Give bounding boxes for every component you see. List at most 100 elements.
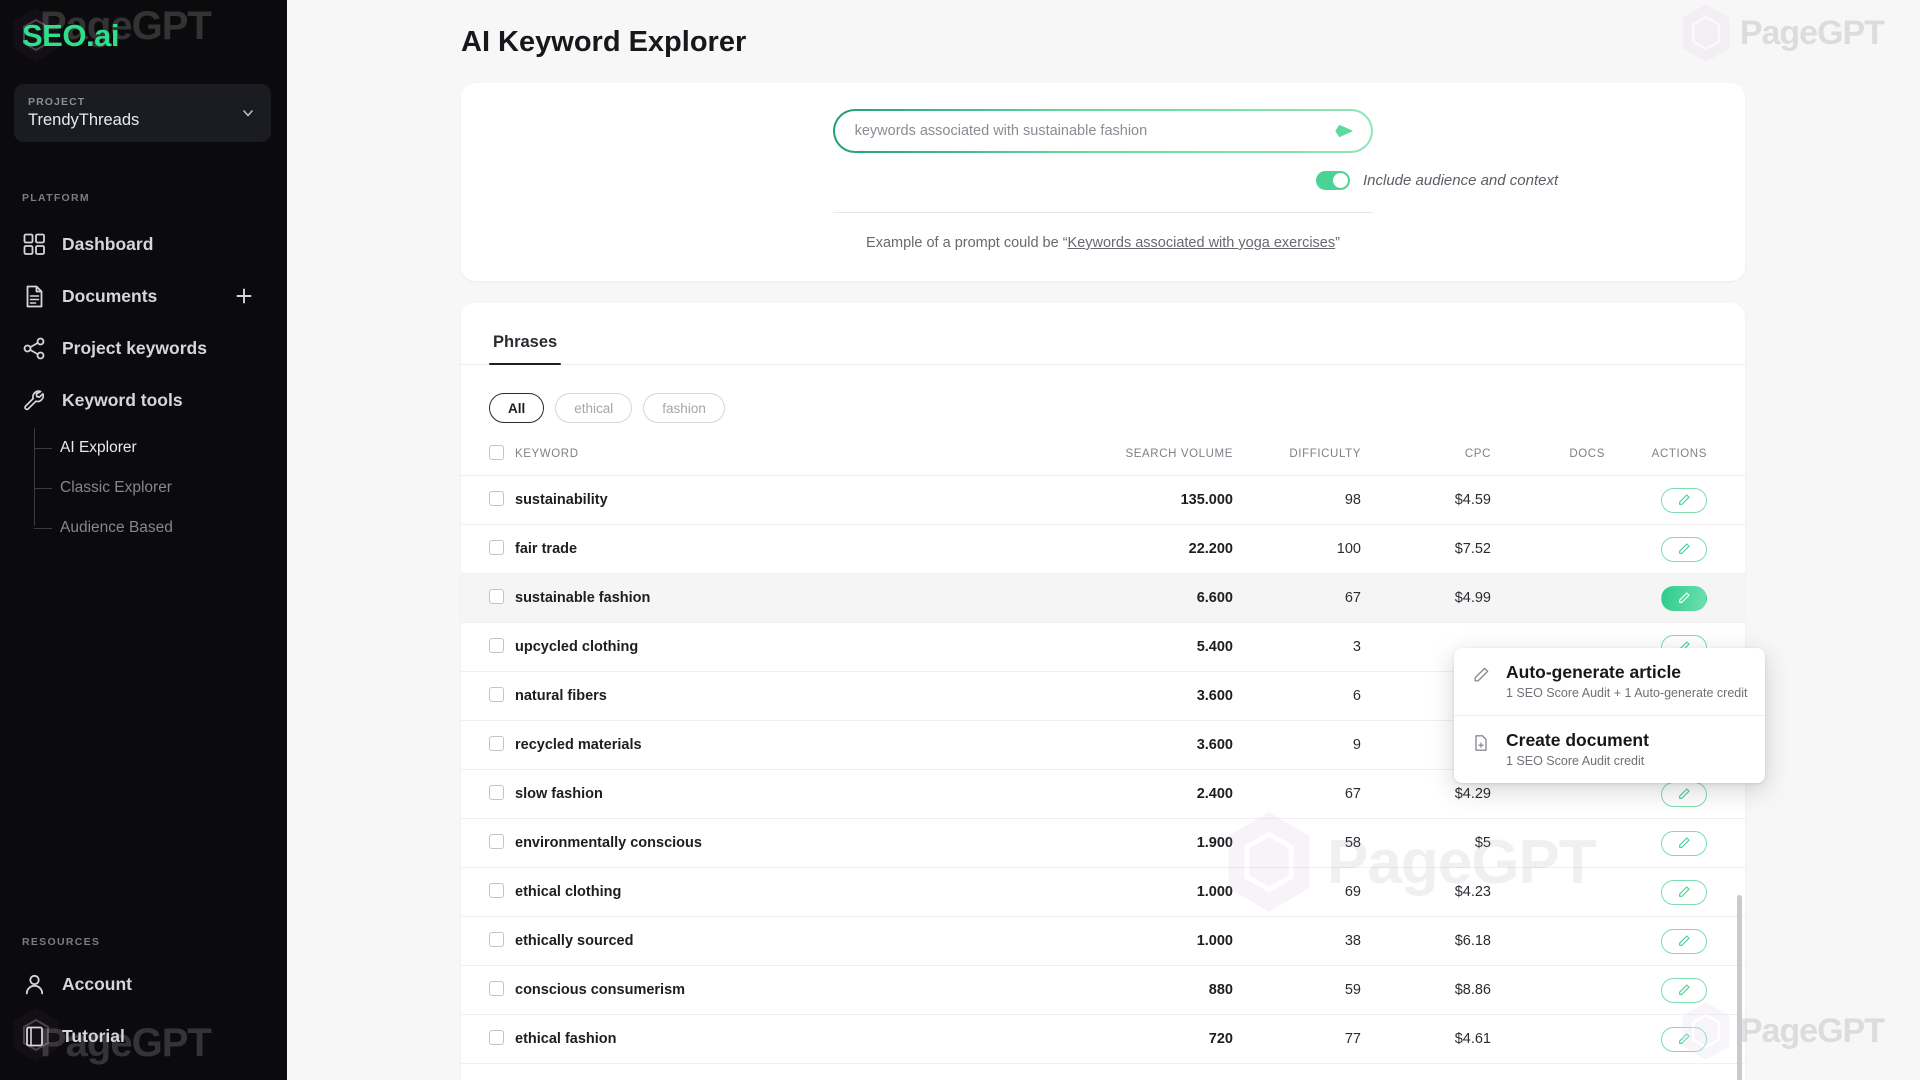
cell-difficulty: 67 <box>1255 573 1385 623</box>
row-action-button[interactable] <box>1661 928 1707 954</box>
row-checkbox[interactable] <box>489 931 504 947</box>
cell-keyword: fair trade <box>515 524 1095 574</box>
column-header-search-volume[interactable]: SEARCH VOLUME <box>1095 445 1255 476</box>
cell-keyword: ethical fashion <box>515 1014 1095 1064</box>
cell-search-volume: 135.000 <box>1095 475 1255 525</box>
plus-icon[interactable] <box>235 287 253 305</box>
menu-item-create-document[interactable]: Create document 1 SEO Score Audit credit <box>1454 715 1765 783</box>
table-row[interactable]: ethically sourced 1.000 38 $6.18 <box>461 916 1745 966</box>
example-prompt-row: Example of a prompt could be “Keywords a… <box>461 235 1745 251</box>
cell-search-volume: 880 <box>1095 965 1255 1015</box>
row-action-button[interactable] <box>1661 585 1707 611</box>
cell-search-volume: 720 <box>1095 1014 1255 1064</box>
sidebar-item-project-keywords[interactable]: Project keywords <box>0 322 287 374</box>
row-checkbox-cell <box>461 475 515 525</box>
send-icon[interactable] <box>1333 120 1355 142</box>
platform-section-label: PLATFORM <box>22 192 90 204</box>
tab-phrases[interactable]: Phrases <box>489 325 562 366</box>
cell-search-volume: 22.200 <box>1095 524 1255 574</box>
toggle-row: Include audience and context <box>461 171 1745 190</box>
cell-keyword: slow fashion <box>515 769 1095 819</box>
pencil-icon <box>1679 592 1690 603</box>
pencil-icon <box>1679 1033 1690 1044</box>
row-checkbox[interactable] <box>489 735 504 751</box>
toggle-knob <box>1333 173 1348 188</box>
chip-label: fashion <box>662 400 706 416</box>
column-header-docs[interactable]: DOCS <box>1515 445 1625 476</box>
row-checkbox[interactable] <box>489 1029 504 1045</box>
table-row[interactable]: environmentally conscious 1.900 58 $5 <box>461 818 1745 868</box>
row-checkbox[interactable] <box>489 980 504 996</box>
row-action-button[interactable] <box>1661 487 1707 513</box>
table-row[interactable]: sustainable fashion 6.600 67 $4.99 <box>461 573 1745 623</box>
pencil-icon <box>1679 886 1690 897</box>
sidebar-item-label: Tutorial <box>62 1025 125 1046</box>
include-audience-toggle[interactable] <box>1316 171 1350 190</box>
sidebar-subitem-audience-based[interactable]: Audience Based <box>34 508 287 548</box>
table-row[interactable]: ethical fashion 720 77 $4.61 <box>461 1014 1745 1064</box>
cell-keyword: ethical clothing <box>515 867 1095 917</box>
sidebar-item-tutorial[interactable]: Tutorial <box>0 1010 287 1062</box>
cell-search-volume: 1.900 <box>1095 818 1255 868</box>
chip-ethical[interactable]: ethical <box>555 393 633 423</box>
chip-all[interactable]: All <box>489 393 545 423</box>
row-action-button[interactable] <box>1661 977 1707 1003</box>
cell-difficulty: 9 <box>1255 720 1385 770</box>
sidebar-item-keyword-tools[interactable]: Keyword tools <box>0 374 287 426</box>
row-checkbox[interactable] <box>489 637 504 653</box>
menu-item-subtitle: 1 SEO Score Audit + 1 Auto-generate cred… <box>1506 686 1748 700</box>
project-selector[interactable]: PROJECT TrendyThreads <box>14 84 271 142</box>
row-checkbox[interactable] <box>489 784 504 800</box>
row-action-button[interactable] <box>1661 830 1707 856</box>
row-actions-menu: Auto-generate article 1 SEO Score Audit … <box>1454 648 1765 783</box>
column-header-cpc[interactable]: CPC <box>1385 445 1515 476</box>
app-logo[interactable]: SEO.ai <box>22 18 119 54</box>
column-header-keyword[interactable]: KEYWORD <box>515 445 1095 476</box>
row-checkbox[interactable] <box>489 686 504 702</box>
row-action-button[interactable] <box>1661 781 1707 807</box>
cell-difficulty: 67 <box>1255 769 1385 819</box>
table-row[interactable]: conscious consumerism 880 59 $8.86 <box>461 965 1745 1015</box>
row-checkbox-cell <box>461 916 515 966</box>
select-all-checkbox[interactable] <box>489 445 504 460</box>
sidebar-subitem-classic-explorer[interactable]: Classic Explorer <box>34 468 287 508</box>
row-checkbox[interactable] <box>489 539 504 555</box>
search-inner <box>834 110 1372 152</box>
table-row[interactable]: fair trade 22.200 100 $7.52 <box>461 524 1745 574</box>
row-checkbox[interactable] <box>489 588 504 604</box>
pencil-icon <box>1679 494 1690 505</box>
sidebar-subitem-label: AI Explorer <box>60 439 137 456</box>
table-row[interactable]: sustainability 135.000 98 $4.59 <box>461 475 1745 525</box>
menu-item-text: Create document 1 SEO Score Audit credit <box>1506 730 1649 768</box>
menu-item-auto-generate-article[interactable]: Auto-generate article 1 SEO Score Audit … <box>1454 648 1765 715</box>
row-checkbox-cell <box>461 818 515 868</box>
example-prompt-link[interactable]: Keywords associated with yoga exercises <box>1068 235 1336 251</box>
column-header-difficulty[interactable]: DIFFICULTY <box>1255 445 1385 476</box>
page-title: AI Keyword Explorer <box>461 26 747 58</box>
row-checkbox[interactable] <box>489 882 504 898</box>
row-action-button[interactable] <box>1661 1026 1707 1052</box>
chip-fashion[interactable]: fashion <box>643 393 725 423</box>
row-checkbox[interactable] <box>489 833 504 849</box>
pencil-icon <box>1679 837 1690 848</box>
search-box <box>833 109 1373 153</box>
tab-label: Phrases <box>493 333 558 351</box>
book-icon <box>22 1024 47 1049</box>
cell-actions <box>1625 818 1745 868</box>
sidebar-item-label: Project keywords <box>62 337 207 358</box>
search-input[interactable] <box>854 123 1334 139</box>
sidebar-subitem-ai-explorer[interactable]: AI Explorer <box>34 428 287 468</box>
row-action-button[interactable] <box>1661 536 1707 562</box>
cell-keyword: sustainable fashion <box>515 573 1095 623</box>
cell-actions <box>1625 965 1745 1015</box>
chevron-down-icon[interactable] <box>241 106 255 120</box>
table-row[interactable]: ethical clothing 1.000 69 $4.23 <box>461 867 1745 917</box>
row-checkbox[interactable] <box>489 490 504 506</box>
sidebar-item-documents[interactable]: Documents <box>0 270 287 322</box>
sidebar-item-account[interactable]: Account <box>0 958 287 1010</box>
row-action-button[interactable] <box>1661 879 1707 905</box>
row-checkbox-cell <box>461 524 515 574</box>
sidebar-item-dashboard[interactable]: Dashboard <box>0 218 287 270</box>
cell-cpc: $8.86 <box>1385 965 1515 1015</box>
results-scrollbar[interactable] <box>1737 895 1742 1080</box>
